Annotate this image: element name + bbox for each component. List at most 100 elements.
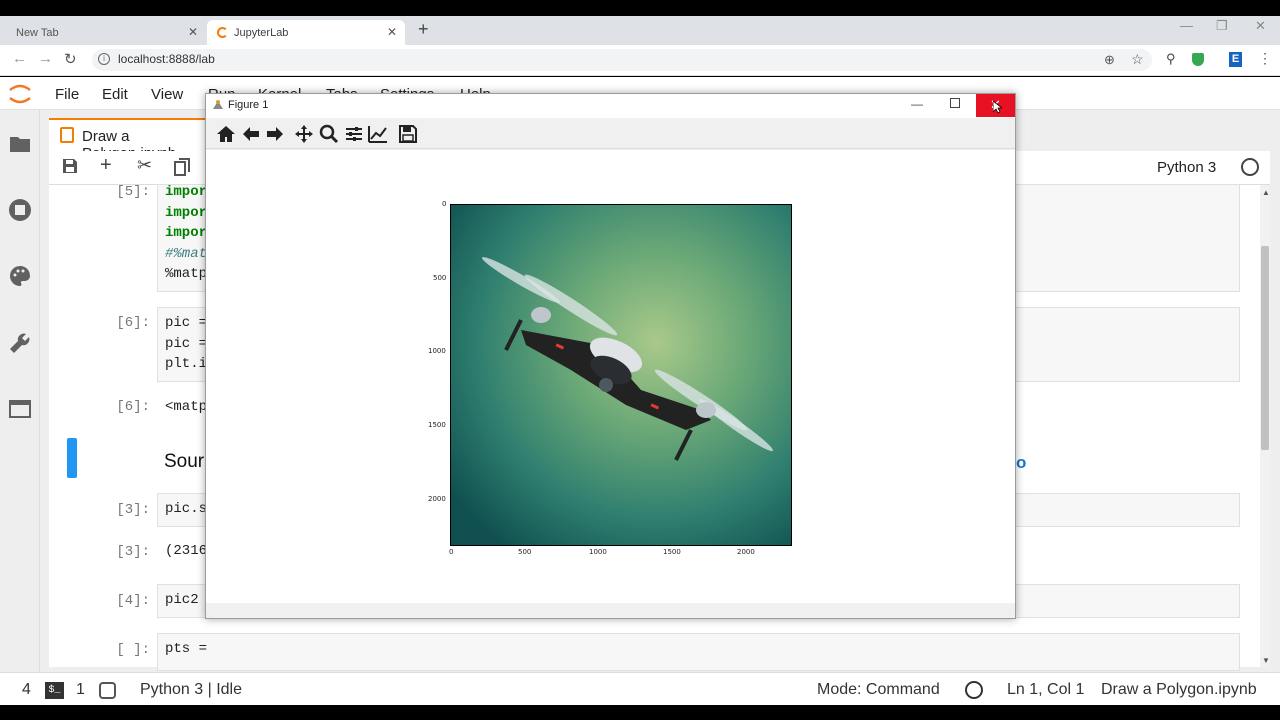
status-terminal-count[interactable]: 1 [76, 681, 85, 699]
scroll-down-icon[interactable]: ▼ [1262, 656, 1270, 665]
top-black-bar [0, 0, 1280, 16]
x-tick-label: 2000 [737, 548, 755, 556]
close-icon[interactable]: ✕ [387, 25, 397, 39]
folder-icon[interactable] [8, 132, 32, 156]
cell-prompt: [ ]: [116, 642, 150, 658]
code-line: pic.s [165, 501, 208, 517]
notebook-tab[interactable]: Draw a Polygon.ipynb [49, 118, 219, 162]
tabs-icon[interactable] [8, 397, 32, 421]
back-arrow-icon[interactable]: ← [12, 50, 27, 67]
minimize-icon[interactable]: — [1180, 18, 1193, 33]
url-text[interactable]: localhost:8888/lab [118, 52, 215, 66]
cut-icon[interactable]: ✂ [137, 155, 152, 176]
code-cell[interactable] [157, 633, 1240, 671]
new-tab-button[interactable]: + [418, 19, 429, 40]
y-tick-label: 1500 [428, 421, 446, 429]
code-line: plt.i [165, 356, 208, 372]
jupyter-logo-icon [9, 84, 31, 104]
browser-menu-icon[interactable]: ⋮ [1258, 50, 1272, 67]
omnibox[interactable] [92, 49, 1152, 71]
home-icon[interactable] [216, 124, 236, 144]
scrollbar-thumb[interactable] [1261, 246, 1269, 450]
bottom-black-bar [0, 705, 1280, 720]
y-tick-label: 2000 [428, 495, 446, 503]
wrench-icon[interactable] [8, 331, 32, 355]
file-name: Draw a Polygon.ipynb [1101, 681, 1257, 698]
menu-edit[interactable]: Edit [102, 86, 128, 103]
code-line: %matp [165, 266, 208, 282]
drone-photo [450, 204, 792, 546]
configure-subplots-icon[interactable] [344, 124, 364, 144]
cell-prompt: [3]: [116, 502, 150, 518]
x-tick-label: 1000 [589, 548, 607, 556]
star-icon[interactable]: ☆ [1131, 51, 1144, 68]
tab-label: New Tab [16, 26, 59, 39]
running-stop-icon[interactable] [8, 198, 32, 222]
forward-icon[interactable] [265, 124, 285, 144]
scroll-up-icon[interactable]: ▲ [1262, 188, 1270, 197]
x-tick-label: 500 [518, 548, 532, 556]
reload-icon[interactable]: ↻ [64, 50, 77, 68]
markdown-link[interactable]: o [1016, 453, 1026, 473]
output-text: <matp [165, 399, 208, 415]
markdown-heading: Sour [164, 451, 205, 472]
output-prompt: [3]: [116, 544, 150, 560]
x-tick-label: 1500 [663, 548, 681, 556]
forward-arrow-icon[interactable]: → [38, 50, 53, 67]
y-tick-label: 1000 [428, 347, 446, 355]
extension-e-icon[interactable]: E [1229, 52, 1242, 67]
close-window-icon[interactable]: ✕ [1255, 18, 1266, 34]
kernel-state[interactable]: Python 3 | Idle [140, 681, 242, 699]
code-line: pic2 [165, 592, 199, 608]
info-icon[interactable]: i [98, 53, 110, 65]
save-icon[interactable] [62, 158, 78, 179]
figure-statusbar [206, 603, 1015, 618]
browser-tab-new-tab[interactable]: New Tab ✕ [6, 20, 206, 45]
figure-titlebar[interactable] [206, 94, 1015, 118]
x-tick-label: 0 [449, 548, 454, 556]
jupyter-spinner-icon [217, 27, 228, 38]
save-figure-icon[interactable] [398, 124, 418, 144]
figure-title: Figure 1 [228, 99, 269, 111]
figure-minimize-icon[interactable]: — [911, 97, 923, 111]
y-tick-label: 500 [433, 274, 447, 282]
code-line: #%mat [165, 246, 208, 262]
add-cell-icon[interactable]: + [100, 154, 112, 177]
kernel-chip-icon[interactable] [99, 682, 116, 699]
cursor-position[interactable]: Ln 1, Col 1 [1007, 681, 1084, 699]
output-text: (2316 [165, 543, 208, 559]
left-sidebar [0, 110, 40, 672]
mouse-cursor-icon [993, 101, 1002, 114]
kernel-status-icon [1241, 158, 1259, 176]
extension-key-icon[interactable]: ⚲ [1166, 51, 1176, 67]
browser-tab-jupyterlab[interactable]: JupyterLab ✕ [207, 20, 405, 45]
matplotlib-icon [213, 100, 223, 109]
status-count[interactable]: 4 [22, 681, 31, 699]
zoom-icon[interactable]: ⊕ [1104, 52, 1115, 68]
cell-prompt: [6]: [116, 315, 150, 331]
tab-label: JupyterLab [234, 26, 289, 39]
mode-indicator[interactable]: Mode: Command [817, 681, 940, 699]
code-line: pic = [165, 336, 208, 352]
active-cell-indicator [67, 438, 77, 478]
menu-file[interactable]: File [55, 86, 79, 103]
terminal-icon[interactable]: $_ [45, 682, 64, 699]
pan-icon[interactable] [294, 124, 314, 144]
edit-axis-icon[interactable] [368, 124, 388, 144]
maximize-icon[interactable]: ❐ [1216, 18, 1228, 34]
copy-icon[interactable] [174, 158, 190, 181]
palette-icon[interactable] [8, 264, 32, 288]
y-tick-label: 0 [442, 200, 447, 208]
figure-maximize-icon[interactable] [950, 98, 960, 108]
output-prompt: [6]: [116, 399, 150, 415]
code-line: pts = [165, 641, 208, 657]
kernel-name[interactable]: Python 3 [1157, 159, 1216, 176]
back-icon[interactable] [241, 124, 261, 144]
shield-extension-icon[interactable] [1192, 53, 1204, 66]
close-icon[interactable]: ✕ [188, 25, 198, 39]
menu-view[interactable]: View [151, 86, 183, 103]
zoom-rect-icon[interactable] [319, 124, 339, 144]
shield-x-icon[interactable] [965, 681, 983, 699]
notebook-icon [60, 127, 74, 143]
code-line: pic = [165, 315, 208, 331]
